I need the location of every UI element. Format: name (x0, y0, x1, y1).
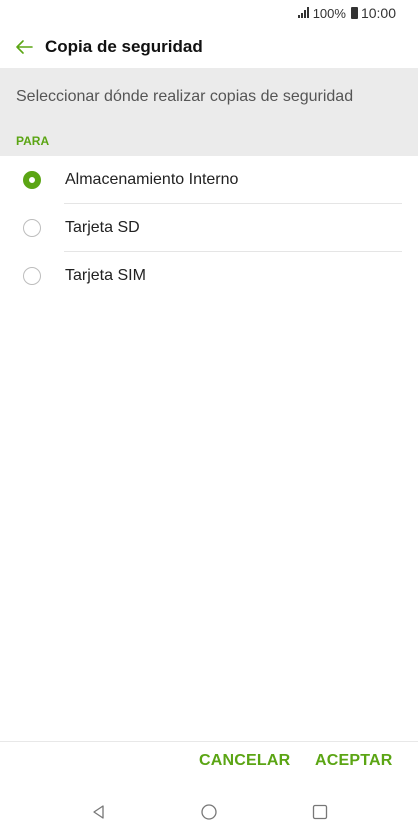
option-sd-card[interactable]: Tarjeta SD (0, 204, 418, 252)
status-bar: 100% 10:00 (0, 0, 418, 26)
option-list: Almacenamiento Interno Tarjeta SD Tarjet… (0, 156, 418, 300)
nav-back-icon[interactable] (85, 798, 113, 826)
accept-button[interactable]: ACEPTAR (315, 752, 393, 770)
radio-unselected-icon[interactable] (23, 267, 41, 285)
battery-icon (350, 7, 358, 19)
page-title: Copia de seguridad (45, 37, 203, 56)
cancel-button[interactable]: CANCELAR (199, 752, 290, 770)
section-header-label: PARA (16, 134, 50, 148)
option-label: Almacenamiento Interno (65, 171, 239, 188)
banner-text: Seleccionar dónde realizar copias de seg… (16, 88, 354, 105)
navigation-bar (0, 790, 418, 836)
footer-divider (0, 741, 418, 742)
option-sim-card[interactable]: Tarjeta SIM (0, 252, 418, 300)
option-label: Tarjeta SIM (65, 267, 146, 284)
option-internal-storage[interactable]: Almacenamiento Interno (0, 156, 418, 204)
section-header: PARA (0, 126, 418, 156)
radio-unselected-icon[interactable] (23, 219, 41, 237)
radio-selected-icon[interactable] (23, 171, 41, 189)
signal-icon (297, 6, 310, 21)
battery-percent: 100% (312, 5, 346, 21)
option-label: Tarjeta SD (65, 219, 140, 236)
info-banner: Seleccionar dónde realizar copias de seg… (0, 68, 418, 126)
app-bar: Copia de seguridad (0, 26, 418, 68)
nav-home-icon[interactable] (195, 798, 223, 826)
nav-recents-icon[interactable] (306, 798, 334, 826)
clock: 10:00 (360, 5, 396, 21)
back-arrow-icon[interactable] (10, 33, 38, 61)
